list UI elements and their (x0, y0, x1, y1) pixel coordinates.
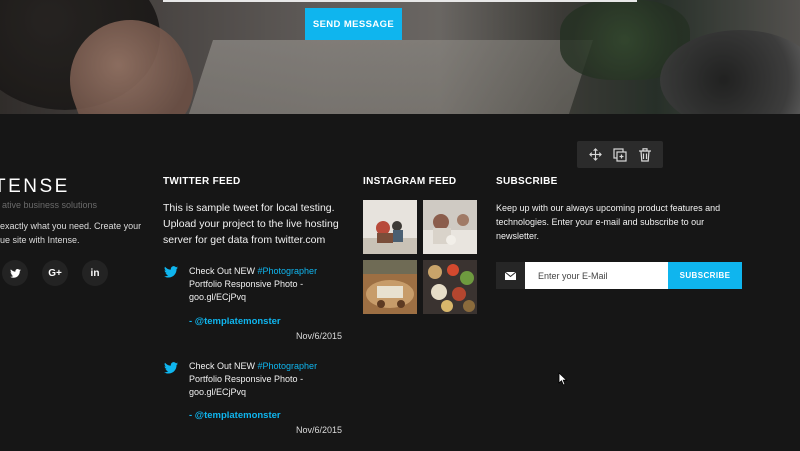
duplicate-icon[interactable] (611, 146, 629, 164)
twitter-icon (9, 268, 21, 278)
twitter-social-button[interactable] (2, 260, 28, 286)
mail-icon (496, 262, 525, 289)
page: SEND MESSAGE TENSE ative business soluti… (0, 0, 800, 451)
instagram-feed-heading: INSTAGRAM FEED (363, 176, 457, 187)
subscribe-form: SUBSCRIBE (496, 262, 742, 289)
trash-icon[interactable] (636, 146, 654, 164)
hashtag-link[interactable]: #Photographer (258, 361, 318, 371)
tweet-text: Check Out NEW #Photographer Portfolio Re… (189, 266, 318, 302)
linkedin-social-button[interactable]: in (82, 260, 108, 286)
instagram-photo[interactable] (363, 260, 417, 314)
tweet-handle-link[interactable]: - @templatemonster (189, 316, 281, 327)
google-plus-social-button[interactable]: G+ (42, 260, 68, 286)
twitter-icon (164, 362, 178, 374)
tweet-date: Nov/6/2015 (296, 331, 343, 341)
hero-background-image: SEND MESSAGE (0, 0, 800, 114)
brand-description: exactly what you need. Create your ue si… (0, 221, 142, 245)
tweet-date: Nov/6/2015 (296, 425, 343, 435)
instagram-photo[interactable] (423, 200, 477, 254)
twitter-feed-heading: TWITTER FEED (163, 176, 241, 187)
linkedin-icon: in (90, 267, 100, 279)
twitter-icon (164, 266, 178, 278)
instagram-photo[interactable] (423, 260, 477, 314)
hashtag-link[interactable]: #Photographer (258, 266, 318, 276)
send-message-button[interactable]: SEND MESSAGE (305, 8, 402, 40)
brand-tagline: ative business solutions (2, 200, 98, 210)
message-field-edge[interactable] (163, 0, 637, 2)
move-icon[interactable] (586, 146, 604, 164)
subscribe-description: Keep up with our always upcoming product… (496, 203, 721, 241)
google-plus-icon: G+ (48, 267, 62, 279)
email-input[interactable] (525, 262, 668, 289)
block-toolbar (577, 141, 663, 168)
subscribe-heading: SUBSCRIBE (496, 176, 558, 187)
mouse-cursor-icon (558, 372, 568, 386)
subscribe-button[interactable]: SUBSCRIBE (668, 262, 742, 289)
tweet-text: Check Out NEW #Photographer Portfolio Re… (189, 361, 318, 397)
tweet-handle-link[interactable]: - @templatemonster (189, 410, 281, 421)
footer: TENSE ative business solutions exactly w… (0, 114, 800, 451)
twitter-intro-text: This is sample tweet for local testing. … (163, 202, 339, 246)
brand-logo[interactable]: TENSE (0, 176, 70, 198)
instagram-photo[interactable] (363, 200, 417, 254)
